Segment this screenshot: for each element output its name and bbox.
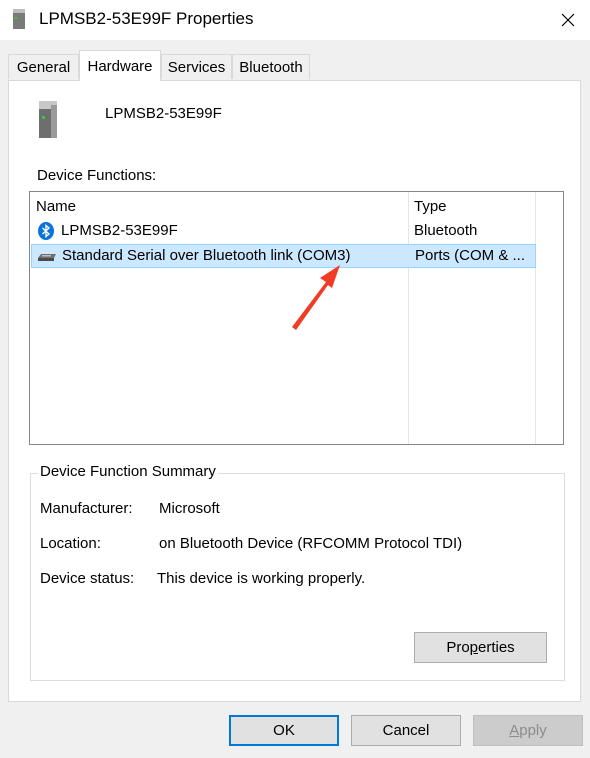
location-label: Location: xyxy=(40,535,101,552)
device-name: LPMSB2-53E99F xyxy=(105,105,222,122)
title-bar: LPMSB2-53E99F Properties xyxy=(0,0,590,40)
list-item-name: LPMSB2-53E99F xyxy=(61,222,178,239)
device-functions-list[interactable]: Name Type LPMSB2-53E99F Bluetooth Standa… xyxy=(29,191,564,445)
apply-button[interactable]: Apply xyxy=(473,715,583,746)
device-tower-icon xyxy=(13,9,25,29)
device-function-summary-group: Device Function Summary Manufacturer: Mi… xyxy=(30,463,565,681)
tab-bluetooth[interactable]: Bluetooth xyxy=(232,54,310,79)
group-title: Device Function Summary xyxy=(38,463,218,480)
tab-general[interactable]: General xyxy=(8,54,79,79)
location-value: on Bluetooth Device (RFCOMM Protocol TDI… xyxy=(159,535,463,552)
bluetooth-icon xyxy=(38,222,54,240)
cancel-button[interactable]: Cancel xyxy=(351,715,461,746)
list-item-type: Bluetooth xyxy=(414,222,478,239)
properties-button[interactable]: Pro p erties xyxy=(414,632,547,663)
list-item[interactable]: LPMSB2-53E99F Bluetooth xyxy=(31,219,536,243)
manufacturer-value: Microsoft xyxy=(159,500,220,517)
window-title: LPMSB2-53E99F Properties xyxy=(39,9,254,28)
close-button[interactable] xyxy=(548,2,588,38)
list-item-type: Ports (COM & ... xyxy=(415,247,526,264)
device-functions-label: Device Functions: xyxy=(37,167,157,184)
ok-button[interactable]: OK xyxy=(229,715,339,746)
column-header-type[interactable]: Type xyxy=(414,198,447,215)
device-tower-icon xyxy=(39,101,57,138)
hardware-panel: LPMSB2-53E99F Device Functions: Name Typ… xyxy=(8,80,581,702)
serial-port-icon xyxy=(38,254,56,261)
tab-services[interactable]: Services xyxy=(161,54,232,79)
column-header-name[interactable]: Name xyxy=(36,198,76,215)
manufacturer-label: Manufacturer: xyxy=(40,500,133,517)
list-item-name: Standard Serial over Bluetooth link (COM… xyxy=(62,247,351,264)
device-status-value: This device is working properly. xyxy=(157,570,366,587)
device-status-label: Device status: xyxy=(40,570,135,587)
tab-hardware[interactable]: Hardware xyxy=(79,50,161,81)
close-icon xyxy=(561,13,575,27)
list-item-selected[interactable]: Standard Serial over Bluetooth link (COM… xyxy=(31,244,536,268)
